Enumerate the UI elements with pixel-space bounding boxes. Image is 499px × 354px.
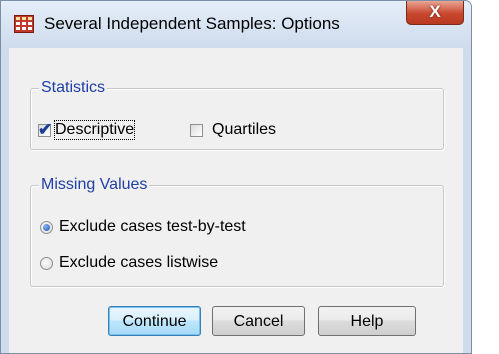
statistics-group: Statistics [30,78,444,150]
missing-values-legend: Missing Values [39,175,150,195]
help-button[interactable]: Help [318,306,416,336]
quartiles-checkbox-box[interactable] [190,123,203,137]
radio-dot-icon [43,223,50,231]
exclude-test-by-test-radio[interactable]: Exclude cases test-by-test [40,218,246,236]
page: Several Independent Samples: Options X S… [0,0,499,354]
exclude-listwise-label[interactable]: Exclude cases listwise [59,254,218,272]
exclude-test-by-test-label[interactable]: Exclude cases test-by-test [59,218,246,236]
spss-table-icon [14,15,34,33]
cancel-button[interactable]: Cancel [212,306,305,336]
close-icon: X [429,2,441,21]
quartiles-label[interactable]: Quartiles [212,121,276,139]
statistics-legend: Statistics [39,78,108,98]
quartiles-checkbox[interactable]: Quartiles [190,121,276,139]
checkmark-icon: ✔ [38,119,53,139]
exclude-test-by-test-radio-button[interactable] [40,220,53,234]
close-button[interactable]: X [406,1,464,25]
descriptive-checkbox-box[interactable]: ✔ [38,119,53,139]
dialog-title: Several Independent Samples: Options [44,14,340,33]
descriptive-checkbox[interactable]: ✔ Descriptive [38,119,136,140]
exclude-listwise-radio-button[interactable] [40,256,53,270]
continue-button[interactable]: Continue [108,306,201,336]
exclude-listwise-radio[interactable]: Exclude cases listwise [40,254,218,272]
title-bar[interactable]: Several Independent Samples: Options X [1,1,471,49]
descriptive-label[interactable]: Descriptive [53,120,136,140]
